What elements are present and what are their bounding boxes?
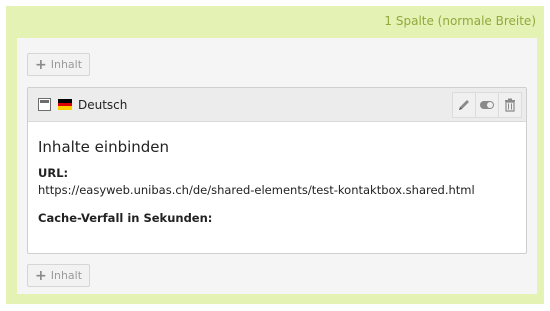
add-content-button-bottom[interactable]: + Inhalt (27, 264, 91, 287)
url-value: https://easyweb.unibas.ch/de/shared-elem… (38, 183, 475, 197)
element-title: Inhalte einbinden (38, 138, 170, 156)
content-element: Deutsch Inhalte einbinden URL: https://e… (27, 87, 527, 254)
pencil-icon (459, 100, 469, 110)
delete-button[interactable] (498, 92, 522, 118)
add-content-button-top[interactable]: + Inhalt (27, 53, 91, 76)
column-body: + Inhalt Deutsch Inhalte einbinden URL: … (17, 38, 537, 294)
plus-icon: + (35, 267, 47, 284)
german-flag-icon (58, 99, 72, 111)
edit-button[interactable] (452, 92, 476, 118)
toggle-icon (480, 101, 494, 109)
content-element-body: Inhalte einbinden URL: https://easyweb.u… (28, 122, 526, 225)
language-label: Deutsch (78, 97, 128, 112)
plus-icon: + (35, 56, 47, 73)
column-container: 1 Spalte (normale Breite) + Inhalt Deuts… (6, 6, 544, 304)
add-content-label: Inhalt (50, 269, 83, 282)
cache-expiry-label: Cache-Verfall in Sekunden: (38, 211, 213, 225)
add-content-label: Inhalt (50, 58, 83, 71)
content-type-icon (38, 98, 51, 111)
trash-icon (505, 98, 515, 112)
content-element-header[interactable]: Deutsch (28, 88, 526, 122)
url-label: URL: (38, 166, 69, 180)
column-title: 1 Spalte (normale Breite) (384, 14, 536, 28)
element-actions (452, 92, 522, 118)
toggle-visibility-button[interactable] (475, 92, 499, 118)
